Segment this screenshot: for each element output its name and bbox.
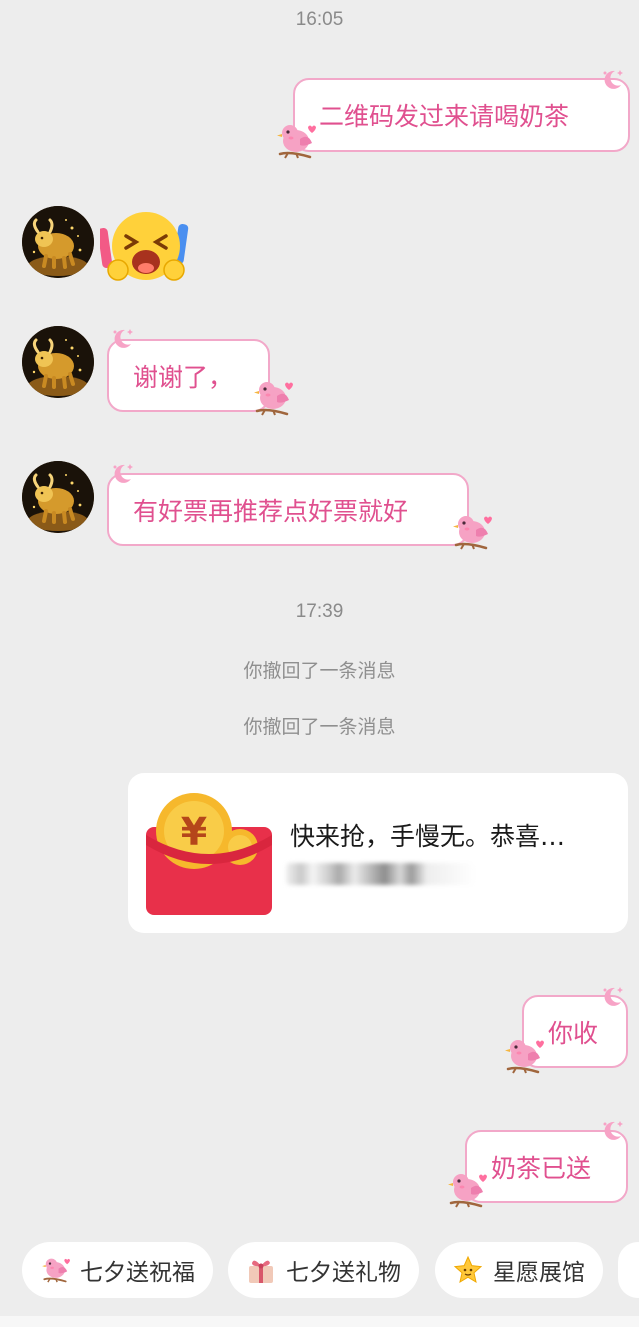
quick-action-bar: 七夕送祝福 七夕送礼物 星愿展馆 (0, 1242, 639, 1302)
bird-decoration-icon (450, 512, 492, 552)
moon-decoration-icon (600, 68, 624, 92)
recall-notice: 你撤回了一条消息 (243, 660, 396, 682)
red-packet-icon: ¥ (146, 793, 272, 915)
star-wish-gallery-button[interactable]: 星愿展馆 (435, 1242, 603, 1298)
bird-decoration-icon (445, 1170, 487, 1210)
qixi-gift-button[interactable]: 七夕送礼物 (228, 1242, 419, 1298)
golden-ox-avatar-image (22, 461, 94, 533)
bird-decoration-icon (502, 1036, 544, 1076)
star-icon (453, 1255, 483, 1284)
message-text: 二维码发过来请喝奶茶 (319, 102, 570, 131)
golden-ox-avatar-image (22, 326, 94, 398)
golden-ox-avatar-image (22, 206, 94, 278)
laughing-emoji-sticker[interactable] (100, 206, 192, 288)
contact-avatar[interactable] (22, 206, 94, 278)
bottom-edge (0, 1316, 639, 1327)
message-text: 你收 (548, 1018, 599, 1048)
recall-notice: 你撤回了一条消息 (243, 716, 396, 738)
bird-decoration-icon (251, 378, 293, 418)
chip-label: 七夕送祝福 (80, 1260, 195, 1286)
contact-avatar[interactable] (22, 326, 94, 398)
more-actions-chip[interactable] (618, 1242, 639, 1298)
timestamp: 17:39 (295, 601, 344, 622)
red-packet-blurred-subtitle (286, 863, 476, 885)
chip-label: 七夕送礼物 (286, 1260, 401, 1286)
message-text: 有好票再推荐点好票就好 (133, 496, 409, 526)
moon-decoration-icon (110, 462, 134, 486)
bird-decoration-icon (274, 121, 316, 161)
message-text: 谢谢了， (133, 362, 234, 392)
svg-text:¥: ¥ (181, 810, 207, 854)
red-packet-title: 快来抢，手慢无。恭喜… (290, 822, 566, 851)
sent-message-bubble[interactable]: 二维码发过来请喝奶茶 (293, 78, 630, 152)
qixi-blessing-button[interactable]: 七夕送祝福 (22, 1242, 213, 1298)
gift-icon (249, 1260, 273, 1283)
red-packet-card[interactable]: ¥ 快来抢，手慢无。恭喜… (128, 773, 628, 933)
chip-label: 星愿展馆 (493, 1260, 585, 1286)
received-message-bubble[interactable]: 有好票再推荐点好票就好 (107, 473, 469, 546)
contact-avatar[interactable] (22, 461, 94, 533)
moon-decoration-icon (600, 985, 624, 1009)
timestamp: 16:05 (295, 9, 344, 30)
message-text: 奶茶已送 (491, 1153, 592, 1183)
bird-icon (40, 1255, 70, 1285)
moon-decoration-icon (600, 1119, 624, 1143)
moon-decoration-icon (110, 327, 134, 351)
